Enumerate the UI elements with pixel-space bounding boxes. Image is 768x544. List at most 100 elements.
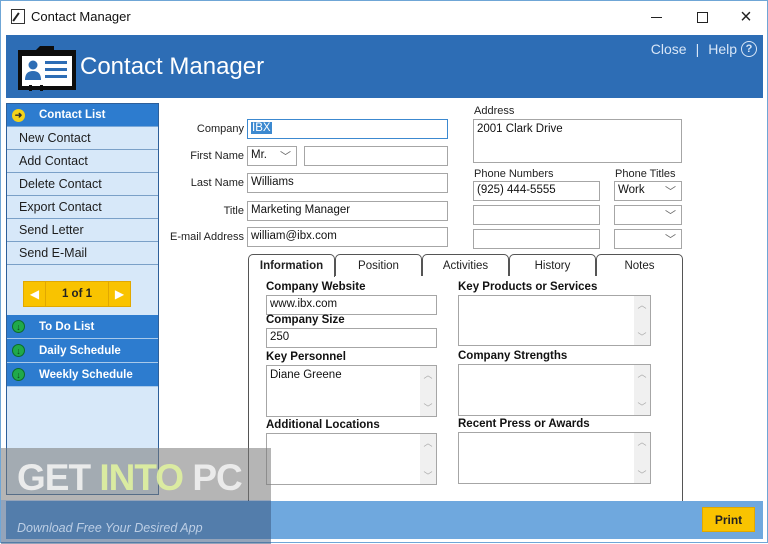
sidebar-section-todo[interactable]: ↓ To Do List <box>7 315 158 339</box>
section-label: To Do List <box>39 320 95 333</box>
email-field[interactable]: william@ibx.com <box>247 227 448 247</box>
recent-press-field[interactable]: ︿ ﹀ <box>458 432 651 484</box>
caret-right-icon: ▶ <box>114 287 125 301</box>
sidebar-section-weekly-schedule[interactable]: ↓ Weekly Schedule <box>7 363 158 387</box>
record-pager: ◀ 1 of 1 ▶ <box>23 281 131 307</box>
close-window-button[interactable]: × <box>723 1 768 33</box>
watermark-pc: PC <box>183 457 242 498</box>
pager-prev-button[interactable]: ◀ <box>24 282 46 306</box>
key-personnel-field[interactable]: Diane Greene ︿ ﹀ <box>266 365 437 417</box>
close-icon: × <box>740 5 752 28</box>
section-label: Weekly Schedule <box>39 368 133 381</box>
tab-activities[interactable]: Activities <box>422 254 509 277</box>
last-name-label: Last Name <box>190 177 244 189</box>
app-notepad-icon <box>11 9 25 24</box>
company-size-label: Company Size <box>266 314 345 326</box>
tab-position[interactable]: Position <box>335 254 422 277</box>
sidebar: ➜ Contact List New Contact Add Contact D… <box>6 103 159 495</box>
chevron-up-icon: ︿ <box>637 437 647 447</box>
tab-information[interactable]: Information <box>248 254 335 277</box>
phone-title-dropdown-3[interactable]: ﹀ <box>614 229 682 249</box>
company-size-field[interactable]: 250 <box>266 328 437 348</box>
company-value: IBX <box>251 122 272 134</box>
chevron-down-icon: ﹀ <box>423 403 433 413</box>
caret-left-icon: ◀ <box>29 287 40 301</box>
close-link[interactable]: Close <box>651 41 687 57</box>
chevron-up-icon: ︿ <box>423 438 433 448</box>
help-icon[interactable]: ? <box>741 41 757 57</box>
title-field[interactable]: Marketing Manager <box>247 201 448 221</box>
title-bar: Contact Manager × <box>1 1 767 33</box>
watermark-tagline: Download Free Your Desired App <box>17 521 203 535</box>
key-personnel-value: Diane Greene <box>270 369 342 381</box>
scrollbar[interactable]: ︿ ﹀ <box>634 296 650 345</box>
tab-history[interactable]: History <box>509 254 596 277</box>
key-personnel-label: Key Personnel <box>266 351 346 363</box>
arrow-down-circle-icon: ↓ <box>12 320 25 333</box>
company-strengths-field[interactable]: ︿ ﹀ <box>458 364 651 416</box>
tab-notes[interactable]: Notes <box>596 254 683 277</box>
key-products-field[interactable]: ︿ ﹀ <box>458 295 651 346</box>
company-label: Company <box>196 123 244 135</box>
watermark-logo-text: GET INTO PC <box>17 457 243 499</box>
minimize-button[interactable] <box>633 1 679 33</box>
sidebar-sections: ↓ To Do List ↓ Daily Schedule ↓ Weekly S… <box>7 315 158 387</box>
scrollbar[interactable]: ︿ ﹀ <box>420 434 436 484</box>
window-title: Contact Manager <box>31 9 131 24</box>
link-separator: | <box>695 41 700 57</box>
scrollbar[interactable]: ︿ ﹀ <box>634 365 650 415</box>
watermark-into: INTO <box>99 457 184 498</box>
section-label: Daily Schedule <box>39 344 121 357</box>
salutation-dropdown[interactable]: Mr. ﹀ <box>247 146 297 166</box>
last-name-field[interactable]: Williams <box>247 173 448 193</box>
company-field[interactable]: IBX <box>247 119 448 139</box>
pager-text: 1 of 1 <box>61 288 93 300</box>
contact-card-logo-icon <box>18 46 76 91</box>
scrollbar[interactable]: ︿ ﹀ <box>634 433 650 483</box>
address-label: Address <box>474 105 515 117</box>
chevron-down-icon: ﹀ <box>423 471 433 481</box>
recent-press-label: Recent Press or Awards <box>458 418 590 430</box>
phone-title-dropdown-2[interactable]: ﹀ <box>614 205 682 225</box>
chevron-up-icon: ︿ <box>423 370 433 380</box>
phone-number-field-3[interactable] <box>473 229 600 249</box>
sidebar-item-send-email[interactable]: Send E-Mail <box>7 242 158 265</box>
sidebar-item-send-letter[interactable]: Send Letter <box>7 219 158 242</box>
additional-locations-label: Additional Locations <box>266 419 380 431</box>
scrollbar[interactable]: ︿ ﹀ <box>420 366 436 416</box>
company-strengths-label: Company Strengths <box>458 350 568 362</box>
first-name-field[interactable] <box>304 146 448 166</box>
additional-locations-field[interactable]: ︿ ﹀ <box>266 433 437 485</box>
address-field[interactable]: 2001 Clark Drive <box>473 119 682 163</box>
first-name-label: First Name <box>190 150 244 162</box>
chevron-down-icon: ﹀ <box>665 234 676 246</box>
maximize-button[interactable] <box>679 1 725 33</box>
phone-number-field-1[interactable]: (925) 444-5555 <box>473 181 600 201</box>
chevron-down-icon: ﹀ <box>637 332 647 342</box>
arrow-down-circle-icon: ↓ <box>12 344 25 357</box>
key-products-label: Key Products or Services <box>458 281 598 293</box>
sidebar-item-add-contact[interactable]: Add Contact <box>7 150 158 173</box>
app-header: Contact Manager Close | Help ? <box>6 35 763 98</box>
phone-title-dropdown-1[interactable]: Work ﹀ <box>614 181 682 201</box>
chevron-up-icon: ︿ <box>637 369 647 379</box>
email-label: E-mail Address <box>170 231 244 243</box>
sidebar-item-export-contact[interactable]: Export Contact <box>7 196 158 219</box>
sidebar-item-new-contact[interactable]: New Contact <box>7 127 158 150</box>
maximize-icon <box>696 11 708 23</box>
chevron-down-icon: ﹀ <box>665 210 676 222</box>
minimize-icon <box>650 16 662 18</box>
print-button[interactable]: Print <box>702 507 755 532</box>
company-website-field[interactable]: www.ibx.com <box>266 295 437 315</box>
title-label: Title <box>223 205 244 217</box>
pager-next-button[interactable]: ▶ <box>108 282 130 306</box>
arrow-down-circle-icon: ↓ <box>12 368 25 381</box>
help-link[interactable]: Help <box>708 41 737 57</box>
sidebar-section-daily-schedule[interactable]: ↓ Daily Schedule <box>7 339 158 363</box>
watermark-overlay: GET INTO PC Download Free Your Desired A… <box>1 448 271 544</box>
phone-number-field-2[interactable] <box>473 205 600 225</box>
arrow-right-circle-icon: ➜ <box>12 108 25 122</box>
sidebar-contact-list-header[interactable]: ➜ Contact List <box>7 104 158 127</box>
chevron-down-icon: ﹀ <box>665 186 676 198</box>
sidebar-item-delete-contact[interactable]: Delete Contact <box>7 173 158 196</box>
